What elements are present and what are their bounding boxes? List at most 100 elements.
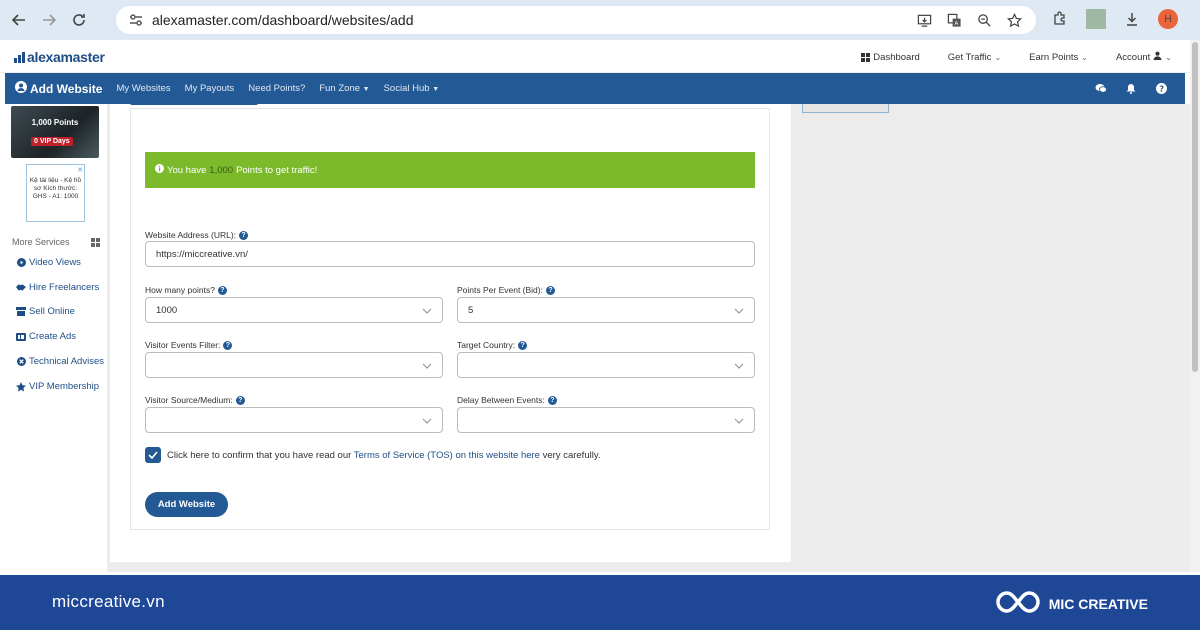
ppe-label-text: Points Per Event (Bid): — [457, 285, 543, 295]
site-settings-icon[interactable] — [128, 12, 144, 28]
info-icon — [155, 164, 164, 176]
navbar-link-fun-zone[interactable]: Fun Zone ▼ — [319, 83, 369, 94]
navbar-icons: ? — [1095, 82, 1167, 94]
tos-checkbox[interactable] — [145, 447, 161, 463]
sidebar-item-label: Hire Freelancers — [29, 282, 100, 293]
footer-site: miccreative.vn — [52, 592, 165, 611]
brand-footer: miccreative.vn MIC CREATIVE — [0, 575, 1200, 630]
sidebar-item-hire-freelancers[interactable]: Hire Freelancers — [16, 282, 99, 293]
navbar-link-my-payouts[interactable]: My Payouts — [185, 83, 235, 94]
bookmark-star-icon[interactable] — [1006, 12, 1022, 28]
points-alert: You have 1,000 Points to get traffic! — [145, 152, 755, 188]
gear-circle-icon — [16, 357, 26, 367]
help-icon[interactable]: ? — [547, 395, 557, 405]
help-icon[interactable]: ? — [545, 285, 555, 295]
page-scrollbar[interactable] — [1190, 40, 1200, 572]
navbar-title[interactable]: Add Website — [15, 81, 102, 96]
back-icon[interactable] — [8, 9, 30, 31]
nav-dashboard-label: Dashboard — [873, 51, 920, 63]
sidebar-ad[interactable]: ✕ Kệ tài liệu - Kệ hồ sơ Kích thước: GHS… — [26, 164, 85, 222]
url-text: alexamaster.com/dashboard/websites/add — [152, 12, 414, 28]
nav-get-traffic[interactable]: Get Traffic ⌄ — [948, 51, 1001, 63]
help-icon[interactable]: ? — [1155, 82, 1167, 94]
sidebar-item-label: Create Ads — [29, 331, 76, 342]
navbar-link-my-websites[interactable]: My Websites — [116, 83, 170, 94]
events-filter-select[interactable] — [145, 352, 443, 378]
download-icon[interactable] — [1122, 9, 1142, 29]
ppe-label: Points Per Event (Bid): ? — [457, 285, 555, 295]
sidebar-item-label: VIP Membership — [29, 381, 100, 392]
ad-text: Kệ tài liệu - Kệ hồ sơ Kích thước: GHS -… — [29, 177, 82, 200]
translate-icon[interactable]: A — [946, 12, 962, 28]
site-logo[interactable]: alexamaster — [14, 49, 105, 65]
sidebar-item-sell-online[interactable]: Sell Online — [16, 306, 75, 317]
vip-days-badge: 0 VIP Days — [31, 137, 73, 146]
browser-menu-icon[interactable] — [1194, 9, 1200, 29]
url-input-value: https://miccreative.vn/ — [156, 248, 248, 260]
nav-account-label: Account — [1115, 51, 1151, 63]
reload-icon[interactable] — [68, 9, 90, 31]
side-panel-stub — [802, 104, 889, 113]
help-icon[interactable]: ? — [518, 340, 528, 350]
alert-suffix: Points to get traffic! — [236, 164, 318, 176]
target-country-select[interactable] — [457, 352, 755, 378]
handshake-icon — [16, 283, 26, 293]
chevron-down-icon: ⌄ — [994, 52, 1002, 62]
help-icon[interactable]: ? — [223, 340, 233, 350]
sidebar-item-vip-membership[interactable]: VIP Membership — [16, 381, 99, 392]
navbar-link-need-points[interactable]: Need Points? — [248, 83, 305, 94]
source-select[interactable] — [145, 407, 443, 433]
help-icon[interactable]: ? — [239, 230, 249, 240]
social-hub-label: Social Hub — [383, 83, 430, 94]
help-icon[interactable]: ? — [217, 285, 227, 295]
url-input[interactable]: https://miccreative.vn/ — [145, 241, 755, 267]
points-balance: 1,000 Points — [31, 118, 79, 127]
chevron-down-icon — [422, 418, 432, 424]
delay-select[interactable] — [457, 407, 755, 433]
help-icon[interactable]: ? — [235, 395, 245, 405]
tos-confirm-text: Click here to confirm that you have read… — [167, 450, 601, 461]
navbar-link-social-hub[interactable]: Social Hub ▼ — [384, 83, 440, 94]
sidebar-item-video-views[interactable]: Video Views — [16, 257, 81, 268]
caret-down-icon: ▼ — [362, 86, 370, 93]
source-label-text: Visitor Source/Medium: — [145, 395, 233, 405]
grid-icon[interactable] — [91, 237, 100, 247]
add-website-button[interactable]: Add Website — [145, 492, 228, 517]
install-app-icon[interactable] — [916, 12, 932, 28]
logo-bars-icon — [14, 51, 25, 63]
ppe-select[interactable]: 5 — [457, 297, 755, 323]
points-card[interactable]: 1,000 Points 0 VIP Days — [11, 106, 99, 158]
navbar-title-label: Add Website — [30, 81, 103, 96]
footer-brand-name: MIC CREATIVE — [1048, 595, 1148, 612]
chat-icon[interactable] — [1095, 82, 1107, 94]
sidebar-item-label: Technical Advises — [29, 356, 104, 367]
scrollbar-thumb[interactable] — [1192, 42, 1198, 372]
profile-avatar[interactable]: H — [1158, 9, 1178, 29]
active-tab-indicator — [130, 102, 258, 105]
events-filter-label: Visitor Events Filter: ? — [145, 340, 233, 350]
tos-link[interactable]: Terms of Service (TOS) on this website h… — [354, 450, 540, 461]
fun-zone-label: Fun Zone — [319, 83, 361, 94]
sidebar-item-label: Video Views — [29, 257, 81, 268]
nav-account[interactable]: Account ⌄ — [1116, 51, 1172, 63]
extensions-icon[interactable] — [1050, 9, 1070, 29]
sidebar-item-create-ads[interactable]: Create Ads — [16, 331, 76, 342]
chevron-down-icon: ⌄ — [1165, 52, 1172, 62]
chevron-down-icon: ⌄ — [1081, 52, 1088, 62]
sidebar-item-label: Sell Online — [29, 306, 75, 317]
nav-dashboard[interactable]: Dashboard — [861, 51, 920, 63]
forward-icon[interactable] — [38, 9, 60, 31]
zoom-icon[interactable] — [976, 12, 992, 28]
ppe-select-value: 5 — [468, 304, 474, 316]
bell-icon[interactable] — [1125, 82, 1137, 94]
logo-text: alexamaster — [27, 49, 105, 65]
ad-close-icon[interactable]: ✕ — [77, 166, 83, 174]
sidebar-item-technical-advises[interactable]: Technical Advises — [16, 356, 104, 367]
chevron-down-icon — [422, 308, 432, 314]
play-circle-icon — [16, 258, 26, 268]
points-select[interactable]: 1000 — [145, 297, 443, 323]
ad-icon — [16, 332, 26, 342]
nav-earn-points[interactable]: Earn Points ⌄ — [1029, 51, 1088, 63]
address-bar[interactable]: alexamaster.com/dashboard/websites/add A — [116, 6, 1036, 34]
target-country-label-text: Target Country: — [457, 340, 516, 350]
